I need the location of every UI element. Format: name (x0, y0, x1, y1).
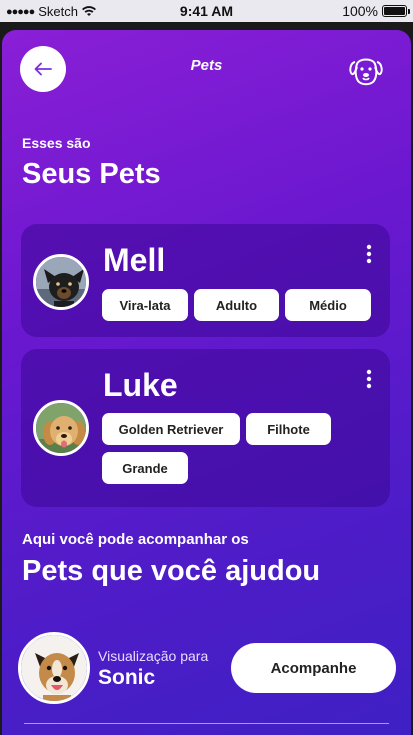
tag-breed: Vira-lata (102, 289, 188, 321)
dog-photo-icon (21, 635, 87, 701)
helped-title: Pets que você ajudou (22, 555, 321, 587)
pet-name-mell: Mell (103, 242, 166, 278)
my-pets-subtitle: Esses são (22, 135, 91, 151)
tag-breed: Golden Retriever (102, 413, 240, 445)
pet-photo-mell (33, 254, 89, 310)
pet-photo-luke (33, 400, 89, 456)
status-bar: ●●●●● Sketch 9:41 AM 100% (0, 0, 413, 22)
battery-icon (382, 5, 410, 17)
follow-button[interactable]: Acompanhe (231, 643, 396, 693)
preview-pet-name: Sonic (98, 666, 156, 689)
dog-profile-button[interactable] (347, 50, 385, 88)
more-vertical-icon[interactable] (366, 244, 372, 264)
pets-screen: Pets Esses são Seus Pets Mell Vira-lata … (2, 30, 411, 735)
pet-name-luke: Luke (103, 367, 178, 403)
my-pets-title: Seus Pets (22, 158, 161, 190)
tag-age: Adulto (194, 289, 279, 321)
sonic-avatar (18, 632, 90, 704)
tag-size: Grande (102, 452, 188, 484)
dog-photo-icon (36, 403, 86, 453)
helped-subtitle: Aqui você pode acompanhar os (22, 531, 249, 548)
battery-percent: 100% (342, 3, 378, 19)
more-vertical-icon[interactable] (366, 369, 372, 389)
tag-age: Filhote (246, 413, 331, 445)
divider (24, 723, 389, 724)
dog-photo-icon (36, 257, 86, 307)
pet-card-mell[interactable]: Mell Vira-lata Adulto Médio (21, 224, 390, 337)
status-right: 100% (342, 3, 410, 19)
pet-card-luke[interactable]: Luke Golden Retriever Filhote Grande (21, 349, 390, 507)
preview-label: Visualização para (98, 648, 209, 664)
tag-size: Médio (285, 289, 371, 321)
dog-face-icon (349, 58, 383, 86)
